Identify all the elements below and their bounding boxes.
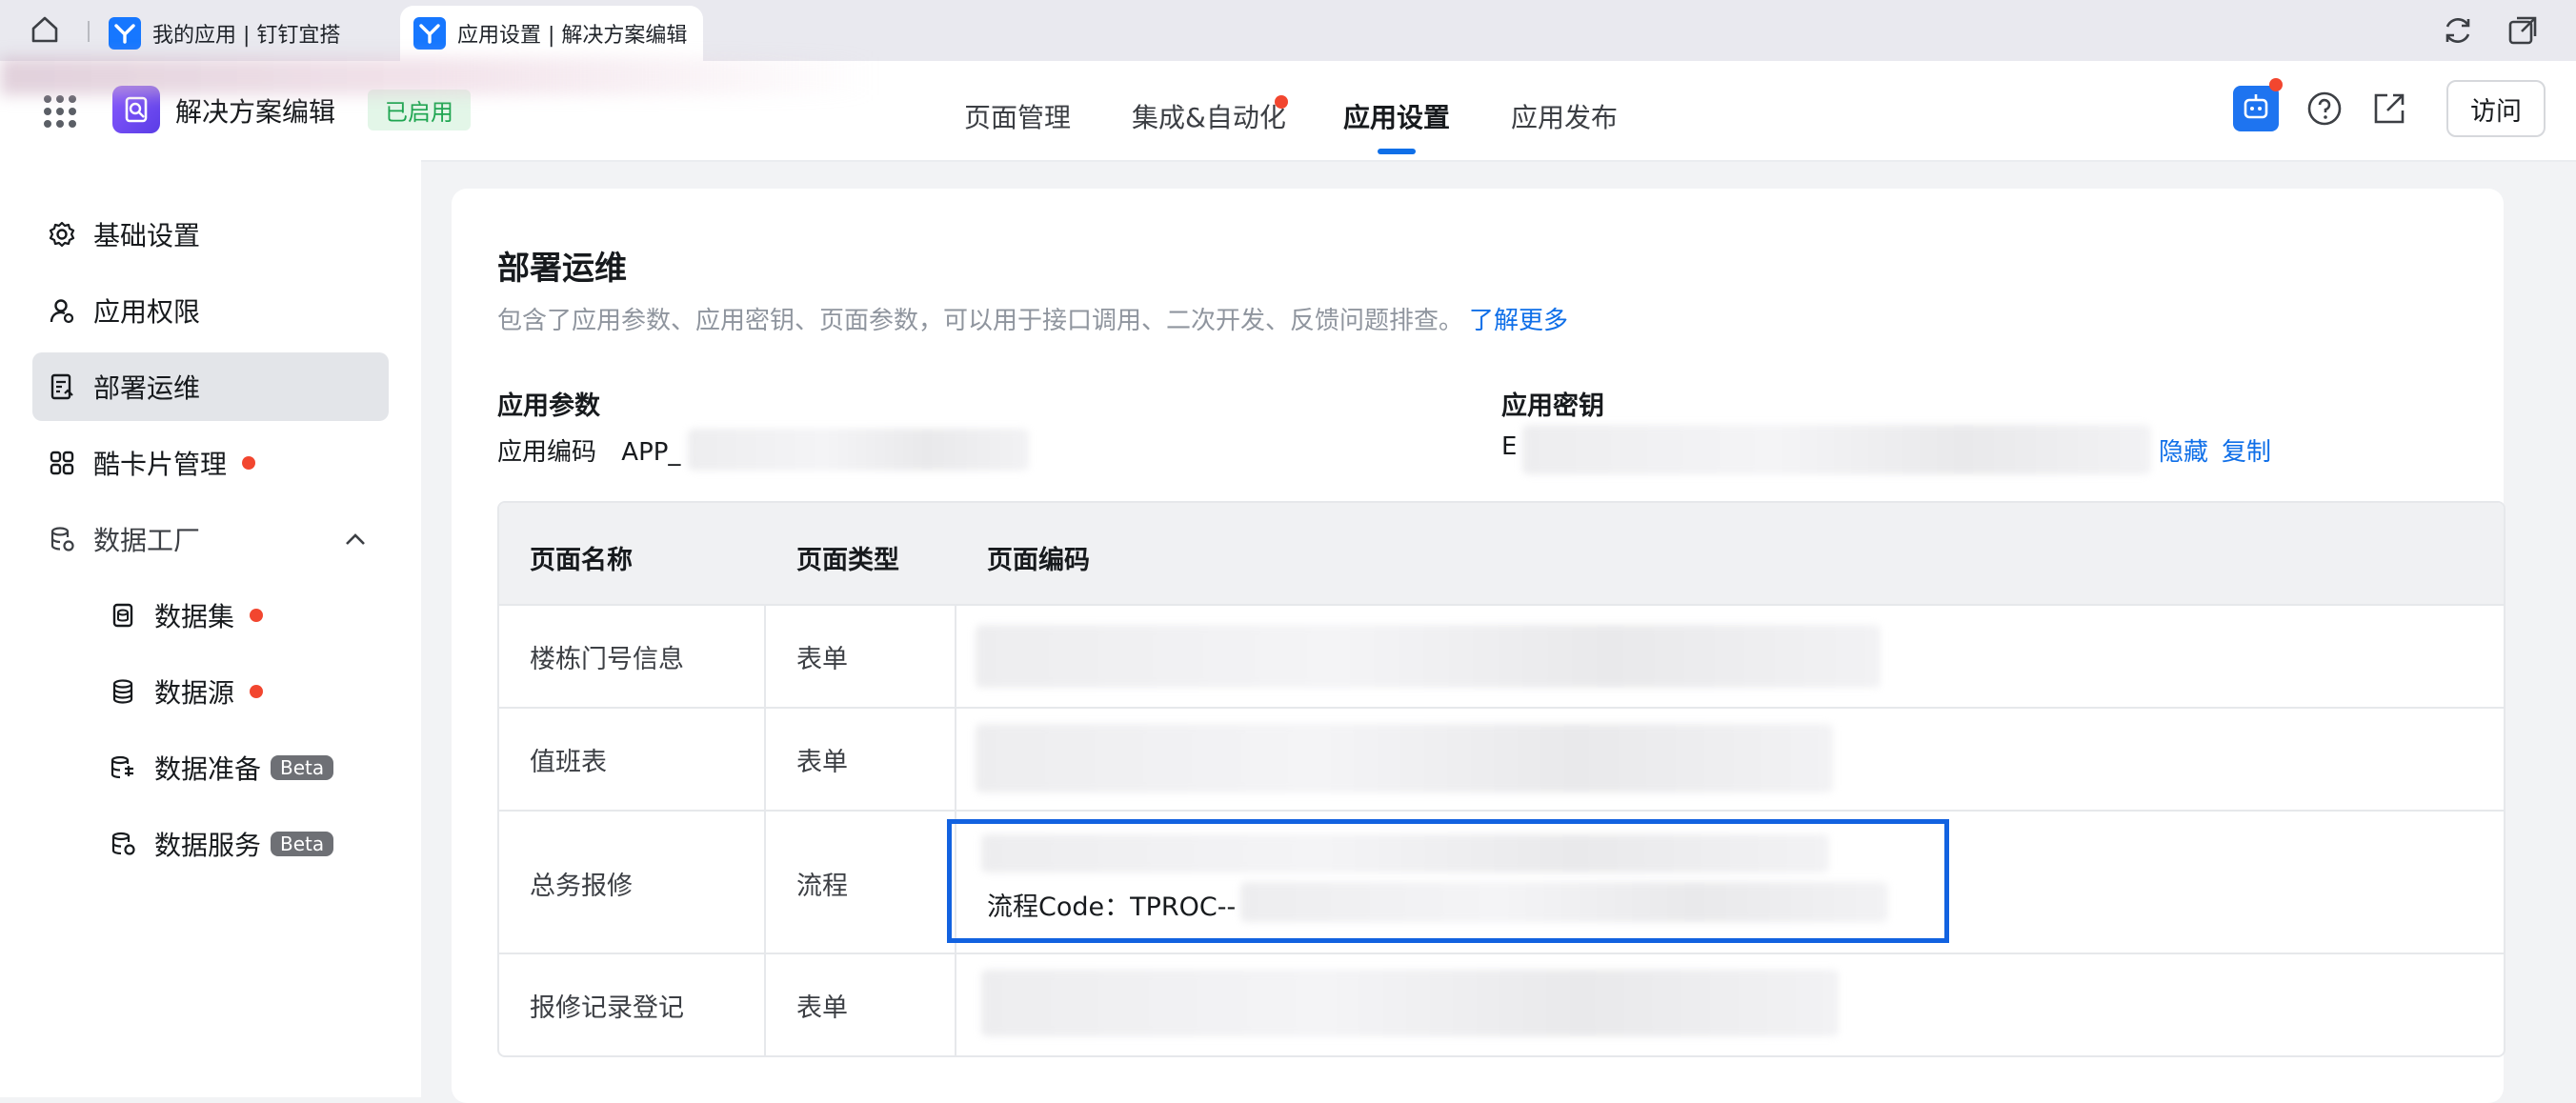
table-row: 报修记录登记 表单 — [499, 953, 2504, 1055]
notification-dot — [242, 456, 256, 470]
sidebar-item-label: 数据集 — [154, 601, 235, 632]
app-code-row: 应用编码 APP_ — [497, 432, 680, 468]
notification-dot — [1275, 95, 1288, 109]
visit-button[interactable]: 访问 — [2446, 80, 2546, 137]
page-type-cell: 表单 — [796, 748, 848, 777]
column-header: 页面类型 — [796, 546, 899, 575]
status-badge: 已启用 — [368, 90, 471, 130]
sidebar-item-app-permissions[interactable]: 应用权限 — [32, 276, 389, 345]
table-row: 楼栋门号信息 表单 — [499, 604, 2504, 707]
app-name: 解决方案编辑 — [175, 96, 336, 128]
redacted-app-code — [688, 429, 1029, 471]
app-grid-icon[interactable] — [44, 95, 76, 128]
description-text: 包含了应用参数、应用密钥、页面参数，可以用于接口调用、二次开发、反馈问题排查。 — [497, 307, 1464, 335]
app-code-label: 应用编码 — [497, 438, 597, 467]
sidebar-item-data-factory[interactable]: 数据工厂 — [32, 505, 389, 573]
sidebar: 基础设置 应用权限 部署运维 酷卡片管理 数据工厂 数据集 数据源 数据准备 B… — [0, 160, 421, 1097]
page-description: 包含了应用参数、应用密钥、页面参数，可以用于接口调用、二次开发、反馈问题排查。了… — [497, 301, 1568, 336]
table-row: 值班表 表单 — [499, 707, 2504, 810]
app-params-label: 应用参数 — [497, 391, 600, 421]
nav-tab-page-management[interactable]: 页面管理 — [964, 97, 1071, 135]
page-name-cell: 值班表 — [530, 748, 607, 777]
browser-tab-bar: 我的应用 | 钉钉宜搭 应用设置 | 解决方案编辑 — [0, 0, 2576, 61]
sidebar-item-label: 数据工厂 — [93, 525, 201, 556]
page-type-cell: 流程 — [796, 872, 848, 901]
column-header: 页面名称 — [530, 546, 633, 575]
hide-secret-link[interactable]: 隐藏 — [2159, 432, 2208, 468]
sync-icon[interactable] — [2439, 11, 2477, 50]
dataset-icon — [109, 601, 137, 630]
sidebar-item-label: 部署运维 — [93, 372, 201, 404]
notification-dot — [250, 685, 264, 698]
sidebar-item-cool-cards[interactable]: 酷卡片管理 — [32, 429, 389, 497]
active-tab-indicator — [1378, 149, 1416, 154]
learn-more-link[interactable]: 了解更多 — [1469, 307, 1568, 335]
deploy-ops-card: 部署运维 包含了应用参数、应用密钥、页面参数，可以用于接口调用、二次开发、反馈问… — [452, 189, 2506, 1103]
notification-dot — [2269, 78, 2283, 91]
chevron-up-icon[interactable] — [341, 526, 370, 561]
beta-badge: Beta — [271, 755, 334, 780]
notification-dot — [250, 609, 264, 622]
nav-tab-integration-automation[interactable]: 集成&自动化 — [1132, 97, 1286, 135]
copy-secret-link[interactable]: 复制 — [2222, 432, 2271, 468]
yida-logo-icon — [109, 17, 141, 50]
beta-badge: Beta — [271, 832, 334, 856]
table-header: 页面名称 页面类型 页面编码 — [499, 503, 2504, 604]
app-secret-value: E — [1501, 432, 1518, 461]
sidebar-item-label: 数据源 — [154, 677, 235, 709]
cards-icon — [48, 449, 76, 477]
redacted-page-code — [976, 625, 1881, 688]
data-prep-icon — [109, 753, 137, 782]
tab-separator — [88, 21, 90, 42]
app-code-value: APP_ — [621, 438, 681, 467]
nav-tab-app-publish[interactable]: 应用发布 — [1511, 97, 1618, 135]
highlight-box — [947, 819, 1949, 943]
sidebar-item-label: 数据准备 — [154, 753, 262, 785]
sidebar-item-label: 酷卡片管理 — [93, 449, 228, 480]
page-params-table: 页面名称 页面类型 页面编码 楼栋门号信息 表单 值班表 表单 总务报修 流程 … — [497, 501, 2506, 1057]
sidebar-item-label: 数据服务 — [154, 830, 262, 861]
database-icon — [48, 525, 76, 553]
browser-tab-my-apps[interactable]: 我的应用 | 钉钉宜搭 — [101, 6, 387, 61]
help-icon[interactable] — [2302, 86, 2347, 131]
home-icon[interactable] — [29, 13, 67, 48]
tab-title: 应用设置 | 解决方案编辑 — [457, 24, 688, 48]
data-service-icon — [109, 830, 137, 858]
sidebar-item-label: 基础设置 — [93, 220, 201, 251]
page-type-cell: 表单 — [796, 993, 848, 1023]
yida-logo-icon — [413, 17, 446, 50]
sidebar-item-deploy-ops[interactable]: 部署运维 — [32, 352, 389, 421]
gear-icon — [48, 220, 76, 249]
deploy-icon — [48, 372, 76, 401]
page-type-cell: 表单 — [796, 645, 848, 674]
redacted-page-code — [981, 970, 1839, 1036]
blurred-region — [0, 57, 876, 95]
browser-tab-app-settings[interactable]: 应用设置 | 解决方案编辑 — [400, 6, 703, 61]
sidebar-item-data-prep[interactable]: 数据准备 Beta — [93, 733, 398, 802]
tab-title: 我的应用 | 钉钉宜搭 — [152, 24, 341, 48]
page-name-cell: 总务报修 — [530, 872, 633, 901]
sidebar-item-basic-settings[interactable]: 基础设置 — [32, 200, 389, 269]
open-external-icon[interactable] — [2366, 86, 2412, 131]
column-header: 页面编码 — [987, 546, 1090, 575]
page-title: 部署运维 — [497, 250, 627, 288]
ai-assistant-icon[interactable] — [2233, 86, 2279, 131]
page-name-cell: 报修记录登记 — [530, 993, 684, 1023]
sidebar-item-dataset[interactable]: 数据集 — [93, 581, 398, 650]
redacted-page-code — [976, 724, 1833, 792]
sidebar-item-datasource[interactable]: 数据源 — [93, 657, 398, 726]
sidebar-item-label: 应用权限 — [93, 296, 201, 328]
user-permission-icon — [48, 296, 76, 325]
datasource-icon — [109, 677, 137, 706]
nav-tab-app-settings[interactable]: 应用设置 — [1343, 97, 1450, 135]
new-window-icon[interactable] — [2504, 11, 2542, 50]
redacted-app-secret — [1522, 425, 2151, 474]
app-secret-label: 应用密钥 — [1501, 391, 1604, 421]
sidebar-item-data-service[interactable]: 数据服务 Beta — [93, 810, 398, 878]
page-name-cell: 楼栋门号信息 — [530, 645, 684, 674]
